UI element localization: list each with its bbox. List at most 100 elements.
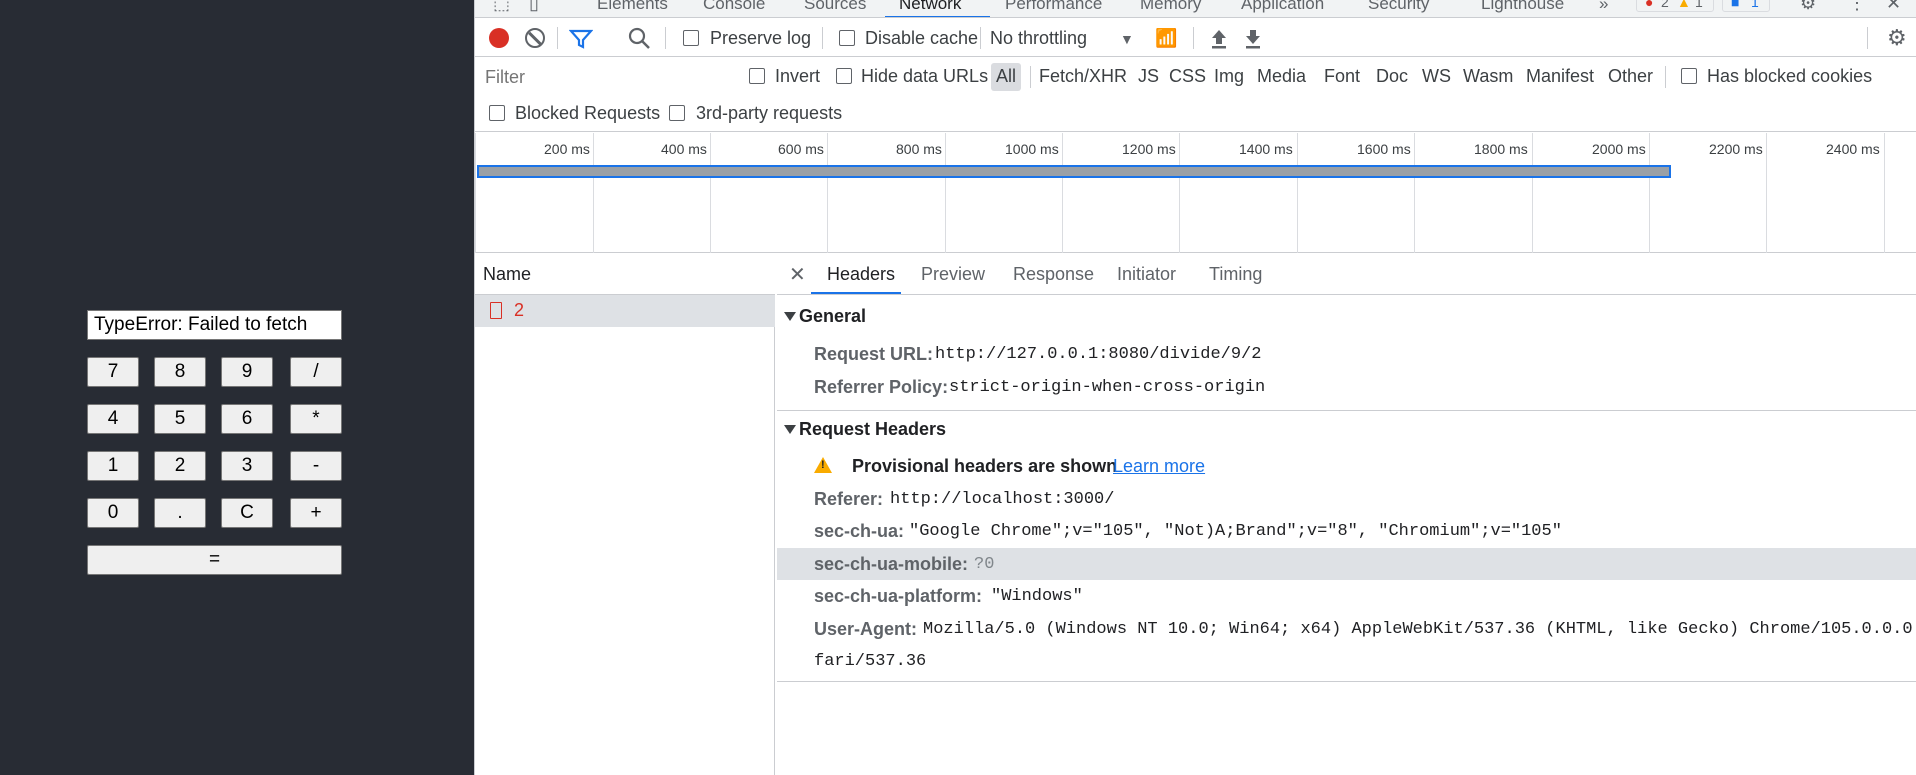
- header-key: sec-ch-ua-platform:: [814, 586, 983, 606]
- section-divider: [777, 410, 1916, 411]
- third-party-checkbox[interactable]: [669, 105, 685, 121]
- header-row-request-url: Request URL: http://127.0.0.1:8080/divid…: [777, 338, 1916, 370]
- key-7[interactable]: 7: [87, 357, 139, 387]
- calculator-display[interactable]: TypeError: Failed to fetch: [87, 310, 342, 340]
- header-key: sec-ch-ua-mobile:: [814, 554, 969, 574]
- general-section-header[interactable]: General: [777, 306, 1916, 330]
- chevron-down-icon[interactable]: ▼: [1120, 30, 1134, 48]
- header-value[interactable]: http://127.0.0.1:8080/divide/9/2: [935, 345, 1261, 364]
- tab-application[interactable]: Application: [1241, 0, 1324, 14]
- issues-counter[interactable]: ● 2 ▲ 1: [1636, 0, 1714, 12]
- import-har-icon[interactable]: [1209, 28, 1229, 50]
- key-clear[interactable]: C: [221, 498, 273, 528]
- key-4[interactable]: 4: [87, 404, 139, 434]
- header-key: Request URL:: [814, 344, 934, 364]
- overview-tick: [827, 133, 828, 253]
- filter-all[interactable]: All: [996, 66, 1016, 86]
- key-subtract[interactable]: -: [290, 451, 342, 481]
- overview-tick: [1297, 133, 1298, 253]
- preserve-log-checkbox[interactable]: [683, 30, 699, 46]
- header-value[interactable]: Mozilla/5.0 (Windows NT 10.0; Win64; x64…: [923, 620, 1916, 639]
- separator: [1193, 27, 1194, 49]
- header-value[interactable]: http://localhost:3000/: [890, 490, 1114, 509]
- key-multiply[interactable]: *: [290, 404, 342, 434]
- key-decimal[interactable]: .: [154, 498, 206, 528]
- throttling-select[interactable]: No throttling: [990, 28, 1087, 48]
- header-value[interactable]: "Windows": [991, 587, 1083, 606]
- close-details-icon[interactable]: ✕: [789, 262, 806, 287]
- tick-label: 1600 ms: [1357, 141, 1411, 157]
- record-icon[interactable]: [489, 28, 509, 48]
- filter-css[interactable]: CSS: [1169, 66, 1206, 86]
- filter-img[interactable]: Img: [1214, 66, 1244, 86]
- more-options-icon[interactable]: ⋮: [1848, 0, 1866, 12]
- request-row[interactable]: 2: [475, 295, 775, 327]
- key-9[interactable]: 9: [221, 357, 273, 387]
- disable-cache-checkbox[interactable]: [839, 30, 855, 46]
- clear-icon[interactable]: [525, 28, 545, 48]
- tab-elements[interactable]: Elements: [597, 0, 668, 14]
- tab-response[interactable]: Response: [1013, 264, 1094, 285]
- header-value[interactable]: strict-origin-when-cross-origin: [949, 378, 1265, 397]
- key-6[interactable]: 6: [221, 404, 273, 434]
- filter-js[interactable]: JS: [1138, 66, 1159, 86]
- key-add[interactable]: +: [290, 498, 342, 528]
- request-headers-section-header[interactable]: Request Headers: [777, 419, 1916, 443]
- tick-label: 1400 ms: [1239, 141, 1293, 157]
- key-equals[interactable]: =: [87, 545, 342, 575]
- filter-fetch-xhr[interactable]: Fetch/XHR: [1039, 66, 1127, 86]
- tab-sources[interactable]: Sources: [804, 0, 866, 14]
- hide-data-urls-label: Hide data URLs: [861, 66, 989, 86]
- inspect-element-icon[interactable]: ⬚: [493, 0, 510, 12]
- filter-ws[interactable]: WS: [1422, 66, 1451, 86]
- device-toolbar-icon[interactable]: ▯: [529, 0, 539, 12]
- active-tab-indicator: [885, 16, 990, 17]
- filter-other[interactable]: Other: [1608, 66, 1653, 86]
- tab-console[interactable]: Console: [703, 0, 765, 14]
- settings-gear-icon[interactable]: ⚙: [1800, 0, 1816, 12]
- blocked-requests-checkbox[interactable]: [489, 105, 505, 121]
- has-blocked-cookies-checkbox[interactable]: [1681, 68, 1697, 84]
- key-3[interactable]: 3: [221, 451, 273, 481]
- network-overview[interactable]: 200 ms 400 ms 600 ms 800 ms 1000 ms 1200…: [475, 133, 1916, 253]
- search-icon[interactable]: [628, 27, 652, 51]
- tab-lighthouse[interactable]: Lighthouse: [1481, 0, 1564, 14]
- header-value[interactable]: ?0: [974, 555, 994, 574]
- filter-toolbar: Invert Hide data URLs All Fetch/XHR JS C…: [475, 58, 1916, 96]
- close-devtools-icon[interactable]: ✕: [1886, 0, 1901, 12]
- learn-more-link[interactable]: Learn more: [1113, 456, 1205, 477]
- network-conditions-icon[interactable]: 📶: [1155, 29, 1177, 47]
- tab-preview[interactable]: Preview: [921, 264, 985, 285]
- tab-network[interactable]: Network: [899, 0, 961, 14]
- messages-counter[interactable]: ■ 1: [1722, 0, 1770, 12]
- network-settings-gear-icon[interactable]: ⚙: [1887, 27, 1907, 49]
- filter-doc[interactable]: Doc: [1376, 66, 1408, 86]
- key-2[interactable]: 2: [154, 451, 206, 481]
- invert-checkbox[interactable]: [749, 68, 765, 84]
- tab-security[interactable]: Security: [1368, 0, 1429, 14]
- filter-icon[interactable]: [569, 29, 593, 49]
- name-column-header[interactable]: Name: [475, 254, 775, 295]
- tab-initiator[interactable]: Initiator: [1117, 264, 1176, 285]
- filter-font[interactable]: Font: [1324, 66, 1360, 86]
- tab-performance[interactable]: Performance: [1005, 0, 1102, 14]
- hide-data-urls-checkbox[interactable]: [836, 68, 852, 84]
- preserve-log-label: Preserve log: [710, 28, 812, 48]
- filter-input[interactable]: [481, 63, 727, 91]
- filter-media[interactable]: Media: [1257, 66, 1306, 86]
- key-divide[interactable]: /: [290, 357, 342, 387]
- more-tabs-button[interactable]: »: [1599, 0, 1608, 14]
- tab-headers[interactable]: Headers: [827, 264, 895, 285]
- header-value[interactable]: "Google Chrome";v="105", "Not)A;Brand";v…: [909, 522, 1562, 541]
- tab-timing[interactable]: Timing: [1209, 264, 1262, 285]
- filter-manifest[interactable]: Manifest: [1526, 66, 1594, 86]
- key-5[interactable]: 5: [154, 404, 206, 434]
- export-har-icon[interactable]: [1243, 28, 1263, 50]
- network-toolbar: Preserve log Disable cache No throttling…: [475, 19, 1916, 57]
- key-1[interactable]: 1: [87, 451, 139, 481]
- key-0[interactable]: 0: [87, 498, 139, 528]
- filter-wasm[interactable]: Wasm: [1463, 66, 1513, 86]
- header-value-continued[interactable]: fari/537.36: [814, 652, 926, 671]
- key-8[interactable]: 8: [154, 357, 206, 387]
- tab-memory[interactable]: Memory: [1140, 0, 1201, 14]
